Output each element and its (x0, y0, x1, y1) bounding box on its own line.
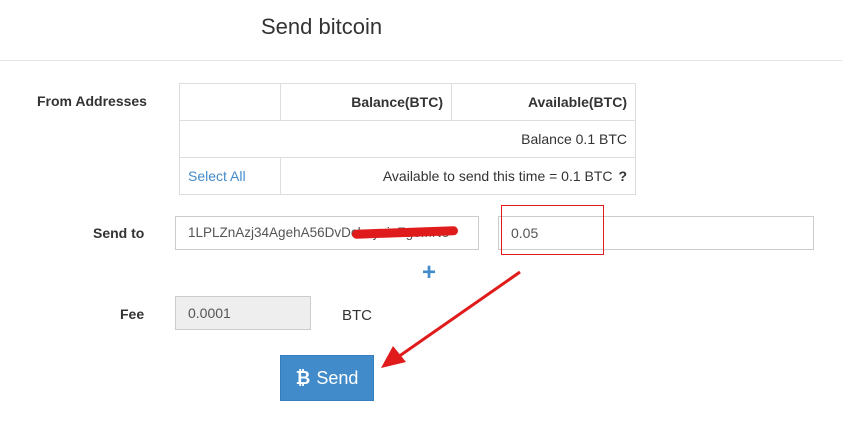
from-addresses-label: From Addresses (37, 93, 147, 109)
amount-highlight-box (501, 205, 604, 255)
table-header-empty (179, 83, 281, 121)
page-title: Send bitcoin (261, 14, 383, 39)
select-all-cell: Select All (179, 157, 281, 195)
table-row: Select All Available to send this time =… (179, 157, 636, 195)
from-addresses-table: Balance(BTC) Available(BTC) Balance 0.1 … (179, 83, 636, 195)
send-button[interactable]: ₿ Send (280, 355, 374, 401)
fee-input[interactable]: 0.0001 (175, 296, 311, 330)
available-text: Available to send this time = 0.1 BTC (382, 168, 613, 184)
send-to-label: Send to (93, 225, 145, 241)
available-column-header: Available(BTC) (451, 83, 636, 121)
header-divider (0, 60, 842, 61)
annotation-arrow-icon (381, 270, 521, 368)
send-button-label: Send (316, 367, 359, 388)
help-icon[interactable]: ? (618, 168, 627, 184)
fee-unit: BTC (342, 307, 372, 324)
add-recipient-icon[interactable]: + (418, 261, 440, 285)
bitcoin-icon: ₿ (295, 367, 311, 388)
balance-column-header: Balance(BTC) (280, 83, 452, 121)
available-cell: Available to send this time = 0.1 BTC ? (280, 157, 636, 195)
table-header-row: Balance(BTC) Available(BTC) (179, 83, 636, 121)
balance-summary: Balance 0.1 BTC (179, 120, 636, 158)
table-row: Balance 0.1 BTC (179, 120, 636, 158)
fee-label: Fee (120, 306, 145, 322)
select-all-link[interactable]: Select All (188, 168, 246, 184)
